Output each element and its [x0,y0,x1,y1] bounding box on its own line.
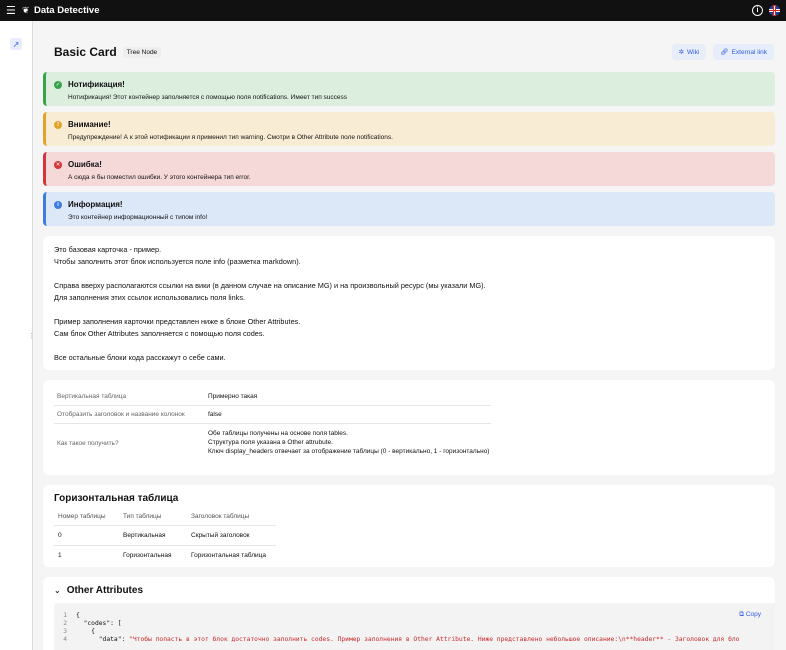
row-value: false [208,411,222,418]
row-key: Вертикальная таблица [57,393,127,400]
error-circle-icon: ✕ [54,160,62,169]
table-cell: Скрытый заголовок [191,532,250,539]
section-title: Other Attributes [66,585,144,596]
code-block: ⧉ Copy 1{ 2 "codes": [ 3 { 4 "data": "Чт… [54,603,775,650]
code-text: { [76,612,80,619]
description-text: Сам блок Other Attributes заполняется с … [54,329,265,338]
external-link-label: External link [731,48,767,56]
table-header-row: Номер таблицы Тип таблицы Заголовок табл… [54,513,276,525]
column-header: Номер таблицы [58,513,106,520]
column-header: Тип таблицы [123,513,162,520]
arrow-up-right-icon[interactable]: ↗ [10,38,22,50]
info-circle-icon: i [54,200,62,209]
copy-button[interactable]: ⧉ Copy [739,611,761,619]
horizontal-table: Номер таблицы Тип таблицы Заголовок табл… [54,513,276,565]
description-text: Пример заполнения карточки представлен н… [54,317,301,326]
table-row: Отобразить заголовок и название колонок … [54,406,491,424]
description-text: Это базовая карточка - пример. [54,245,162,254]
page-header: Basic Card Tree Node ✲ Wiki 🔗︎ External … [54,42,774,62]
chevron-down-icon: ⌄ [54,586,61,595]
line-number: 2 [63,620,67,627]
table-row: 0 Вертикальная Скрытый заголовок [54,525,276,545]
copy-icon: ⧉ [739,611,744,618]
description-text: Справа вверху располагаются ссылки на ви… [54,281,486,290]
line-number: 3 [63,628,67,635]
table-row: Как такое получить? Обе таблицы получены… [54,424,491,462]
alert-title: Нотификация! [68,80,125,89]
code-text: "codes": [ [76,620,122,627]
code-line: 1{ [54,612,775,620]
code-line: 2 "codes": [ [54,620,775,628]
wiki-icon: ✲ [678,49,685,56]
code-line: 3 { [54,628,775,636]
row-key: Отобразить заголовок и название колонок [57,411,185,418]
row-key: Как такое получить? [57,439,119,447]
row-value-line: Структура поля указана в Other attrubute… [208,439,333,446]
main-content: Basic Card Tree Node ✲ Wiki 🔗︎ External … [34,21,786,650]
code-line: 4 "data": "Чтобы попасть в этот блок дос… [54,636,775,644]
table-cell: Горизонтальная [123,552,172,559]
description-text: Для заполнения этих ссылок использовалис… [54,293,246,302]
check-circle-icon: ✓ [54,80,62,89]
table-cell: Горизонтальная таблица [191,552,266,559]
alert-body: А сюда я бы поместил ошибки. У этого кон… [68,174,251,181]
row-value-line: Ключ display_headers отвечает за отображ… [208,448,490,455]
wiki-label: Wiki [687,48,700,56]
sidebar: ↗ ⋮ [0,21,35,650]
language-flag-icon[interactable] [769,5,780,16]
wiki-button[interactable]: ✲ Wiki [671,44,707,60]
external-link-button[interactable]: 🔗︎ External link [713,44,774,60]
description-card: Это базовая карточка - пример. Чтобы запо… [43,236,775,370]
alert-title: Информация! [68,200,123,209]
alert-warning: ! Внимание! Предупреждение! А к этой ноти… [43,112,775,146]
alert-info: i Информация! Это контейнер информационны… [43,192,775,226]
horizontal-table-card: Горизонтальная таблица Номер таблицы Тип… [43,485,775,567]
code-text: { [76,628,95,635]
menu-icon[interactable]: ☰ [6,4,20,17]
table-row: Вертикальная таблица Примерно такая [54,388,491,406]
line-number: 4 [63,636,67,643]
section-title: Горизонтальная таблица [54,493,179,504]
row-value-line: Обе таблицы получены на основе поля tabl… [208,430,348,437]
row-value: Примерно такая [208,393,258,400]
description-text: Чтобы заполнить этот блок используется п… [54,257,301,266]
row-value: Обе таблицы получены на основе поля tabl… [208,424,489,462]
table-cell: Вертикальная [123,532,166,539]
warning-circle-icon: ! [54,120,62,129]
info-icon[interactable]: i [752,5,763,16]
page-title: Basic Card [54,45,117,59]
node-type-badge: Tree Node [122,46,162,58]
table-cell: 1 [58,552,62,559]
alert-body: Предупреждение! А к этой нотификации я п… [68,134,393,141]
other-attributes-card: ⌄ Other Attributes ⧉ Copy 1{ 2 "codes": … [43,577,775,650]
code-string: "Чтобы попасть в этот блок достаточно за… [129,636,740,643]
top-bar: ☰ ❦ Data Detective i [0,0,786,21]
alert-body: Это контейнер информационный с типом inf… [68,214,208,221]
table-cell: 0 [58,532,62,539]
copy-label: Copy [745,611,761,618]
alert-body: Нотификация! Этот контейнер заполняется … [68,94,348,101]
table-row: 1 Горизонтальная Горизонтальная таблица [54,545,276,565]
link-icon: 🔗︎ [720,49,729,56]
line-number: 1 [63,612,67,619]
alert-success: ✓ Нотификация! Нотификация! Этот контейне… [43,72,775,106]
description-text: Все остальные блоки кода расскажут о себ… [54,353,226,362]
alert-error: ✕ Ошибка! А сюда я бы поместил ошибки. У … [43,152,775,186]
logo-icon: ❦ [22,5,30,15]
app-title: Data Detective [34,5,100,16]
other-attributes-toggle[interactable]: ⌄ Other Attributes [54,585,764,596]
alert-title: Ошибка! [68,160,102,169]
alert-title: Внимание! [68,120,111,129]
code-text: "data": [76,636,130,643]
column-header: Заголовок таблицы [191,513,250,520]
vertical-table-card: Вертикальная таблица Примерно такая Отоб… [43,380,775,475]
